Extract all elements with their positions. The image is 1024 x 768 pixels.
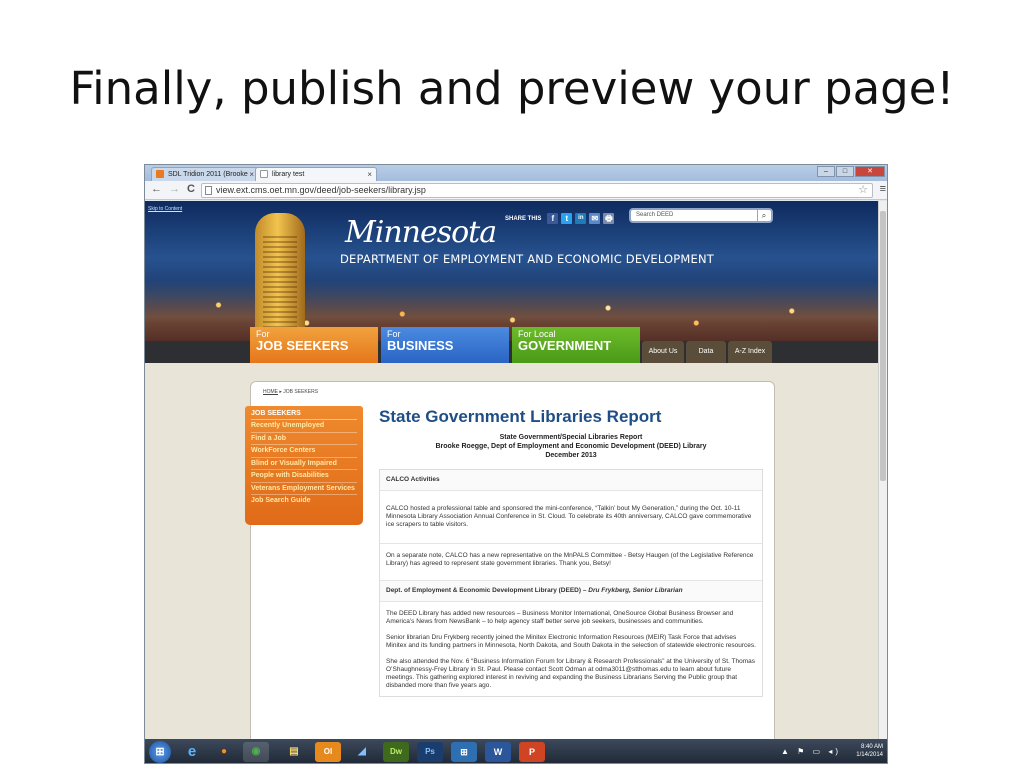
page-title: State Government Libraries Report bbox=[379, 407, 662, 426]
tab-library-test[interactable]: library test × bbox=[255, 167, 377, 181]
left-nav-item[interactable]: People with Disabilities bbox=[251, 470, 357, 483]
section-heading: CALCO Activities bbox=[380, 470, 762, 491]
outlook-icon[interactable]: Ol bbox=[315, 742, 341, 762]
slide-title: Finally, publish and preview your page! bbox=[69, 62, 955, 115]
browser-window: SDL Tridion 2011 (Brooke × library test … bbox=[144, 164, 888, 764]
report-header-line: State Government/Special Libraries Repor… bbox=[499, 434, 643, 441]
content-card: HOME ▸ JOB SEEKERS JOB SEEKERS Recently … bbox=[245, 381, 775, 739]
report-paragraph: Senior librarian Dru Frykberg recently j… bbox=[386, 634, 756, 649]
twitter-icon[interactable]: t bbox=[561, 213, 573, 224]
bookmark-star-icon[interactable]: ☆ bbox=[858, 183, 868, 196]
photoshop-icon[interactable]: Ps bbox=[417, 742, 443, 762]
section-heading-text: Dept. of Employment & Economic Developme… bbox=[386, 587, 589, 594]
search-icon[interactable]: ⌕ bbox=[757, 210, 770, 221]
system-tray-icons[interactable]: ▲ ⚑ ▭ ◂) bbox=[781, 747, 841, 756]
word-icon[interactable]: W bbox=[485, 742, 511, 762]
linkedin-icon[interactable]: in bbox=[575, 213, 587, 224]
nav-tab-government[interactable]: For Local GOVERNMENT bbox=[512, 327, 640, 363]
print-icon[interactable]: 🖶 bbox=[603, 213, 615, 224]
share-label: SHARE THIS bbox=[505, 215, 542, 222]
page-icon bbox=[205, 186, 212, 195]
left-nav-item[interactable]: WorkForce Centers bbox=[251, 445, 357, 458]
report-paragraph: She also attended the Nov. 6 “Business I… bbox=[380, 654, 762, 696]
nav-tab-label: GOVERNMENT bbox=[518, 338, 612, 353]
left-nav-item[interactable]: Job Search Guide bbox=[251, 495, 357, 507]
nav-tab-label: JOB SEEKERS bbox=[256, 338, 349, 353]
clock-date: 1/14/2014 bbox=[856, 752, 883, 758]
breadcrumb-home-link[interactable]: HOME bbox=[263, 389, 278, 395]
nav-about-us[interactable]: About Us bbox=[642, 341, 684, 363]
window-controls: – □ ✕ bbox=[817, 166, 885, 177]
maximize-button[interactable]: □ bbox=[836, 166, 854, 177]
nav-tab-label: BUSINESS bbox=[387, 338, 454, 353]
minimize-button[interactable]: – bbox=[817, 166, 835, 177]
address-bar[interactable]: view.ext.cms.oet.mn.gov/deed/job-seekers… bbox=[201, 183, 873, 198]
facebook-icon[interactable]: f bbox=[547, 213, 559, 224]
report-paragraph: The DEED Library has added new resources… bbox=[386, 610, 734, 625]
site-banner: Skip to Content SHARE THIS f t in ✉ 🖶 Se… bbox=[145, 201, 880, 363]
skyline-tower-image bbox=[255, 213, 305, 333]
chrome-icon[interactable]: ◉ bbox=[243, 742, 269, 762]
start-button[interactable]: ⊞ bbox=[149, 741, 171, 763]
report-header: State Government/Special Libraries Repor… bbox=[379, 433, 763, 460]
vertical-scrollbar[interactable] bbox=[878, 201, 887, 739]
tab-label: SDL Tridion 2011 (Brooke bbox=[168, 171, 248, 178]
app-icon[interactable]: ◢ bbox=[349, 742, 375, 762]
share-bar: SHARE THIS f t in ✉ 🖶 bbox=[505, 213, 615, 224]
search-placeholder: Search DEED bbox=[636, 212, 674, 218]
browser-menu-icon[interactable]: ≡ bbox=[880, 183, 886, 195]
reload-button[interactable]: C bbox=[187, 183, 195, 195]
powerpoint-icon[interactable]: P bbox=[519, 742, 545, 762]
report-table: CALCO Activities CALCO hosted a professi… bbox=[379, 469, 763, 697]
report-header-line: Brooke Roegge, Dept of Employment and Ec… bbox=[435, 443, 707, 450]
clock[interactable]: 8:40 AM 1/14/2014 bbox=[856, 743, 883, 759]
nav-a-z-index[interactable]: A-Z Index bbox=[728, 341, 772, 363]
nav-tab-job-seekers[interactable]: For JOB SEEKERS bbox=[250, 327, 378, 363]
email-icon[interactable]: ✉ bbox=[589, 213, 601, 224]
email-link[interactable]: odma3011@stthomas.edu bbox=[595, 666, 671, 673]
nav-data[interactable]: Data bbox=[686, 341, 726, 363]
left-nav-item[interactable]: Recently Unemployed bbox=[251, 420, 357, 433]
report-header-line: December 2013 bbox=[545, 452, 597, 459]
file-explorer-icon[interactable]: ▤ bbox=[281, 742, 307, 762]
page-viewport: Skip to Content SHARE THIS f t in ✉ 🖶 Se… bbox=[145, 201, 880, 739]
firefox-icon[interactable]: ● bbox=[211, 742, 237, 762]
left-nav-item[interactable]: Find a Job bbox=[251, 433, 357, 445]
close-tab-icon[interactable]: × bbox=[367, 170, 372, 179]
department-name: DEPARTMENT OF EMPLOYMENT AND ECONOMIC DE… bbox=[340, 252, 715, 266]
forward-button[interactable]: → bbox=[169, 183, 180, 195]
breadcrumb-separator-icon: ▸ bbox=[279, 389, 282, 395]
left-nav-header[interactable]: JOB SEEKERS bbox=[251, 410, 357, 420]
section-heading-author: Dru Frykberg, Senior Librarian bbox=[588, 587, 683, 594]
report-paragraph: On a separate note, CALCO has a new repr… bbox=[380, 544, 762, 581]
breadcrumb-current: JOB SEEKERS bbox=[283, 389, 319, 395]
minnesota-logo[interactable]: Minnesota bbox=[345, 215, 497, 250]
dreamweaver-icon[interactable]: Dw bbox=[383, 742, 409, 762]
page-icon bbox=[260, 170, 268, 178]
tab-label: library test bbox=[272, 171, 305, 178]
internet-explorer-icon[interactable]: e bbox=[179, 742, 205, 762]
url-text: view.ext.cms.oet.mn.gov/deed/job-seekers… bbox=[216, 185, 426, 195]
tridion-app-icon[interactable]: ⊞ bbox=[451, 742, 477, 762]
left-nav-item[interactable]: Veterans Employment Services bbox=[251, 483, 357, 495]
close-tab-icon[interactable]: × bbox=[249, 170, 254, 179]
tab-strip: SDL Tridion 2011 (Brooke × library test … bbox=[145, 165, 887, 181]
tridion-icon bbox=[156, 170, 164, 178]
breadcrumb: HOME ▸ JOB SEEKERS bbox=[263, 389, 318, 395]
clock-time: 8:40 AM bbox=[860, 744, 883, 750]
site-search-input[interactable]: Search DEED ⌕ bbox=[629, 208, 773, 223]
left-nav-menu: JOB SEEKERS Recently Unemployed Find a J… bbox=[245, 406, 363, 525]
close-window-button[interactable]: ✕ bbox=[855, 166, 885, 177]
back-button[interactable]: ← bbox=[151, 183, 162, 195]
nav-tab-business[interactable]: For BUSINESS bbox=[381, 327, 509, 363]
skip-to-content-link[interactable]: Skip to Content bbox=[148, 206, 182, 212]
windows-taskbar: ⊞ e ● ◉ ▤ Ol ◢ Dw Ps ⊞ W P ▲ ⚑ ▭ ◂) 8:40… bbox=[145, 739, 887, 763]
tab-sdl-tridion[interactable]: SDL Tridion 2011 (Brooke × bbox=[151, 167, 259, 181]
section-heading: Dept. of Employment & Economic Developme… bbox=[380, 581, 762, 602]
report-paragraph: CALCO hosted a professional table and sp… bbox=[380, 491, 762, 544]
left-nav-item[interactable]: Blind or Visually Impaired bbox=[251, 458, 357, 470]
scrollbar-thumb[interactable] bbox=[880, 211, 886, 481]
browser-toolbar: ← → C view.ext.cms.oet.mn.gov/deed/job-s… bbox=[145, 181, 887, 200]
